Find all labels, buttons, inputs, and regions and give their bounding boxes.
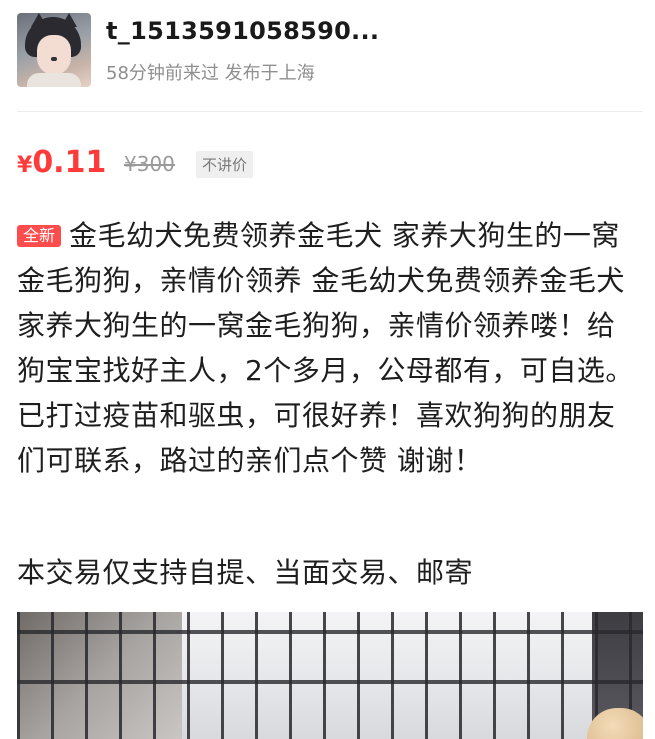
header-divider <box>17 111 643 112</box>
price-row: ¥0.11 ¥300 不讲价 <box>17 145 643 185</box>
condition-badge-new: 全新 <box>17 225 62 247</box>
avatar-shirt <box>27 73 81 87</box>
cage-crossbar <box>17 630 643 634</box>
cage-crossbar <box>17 680 643 684</box>
original-price: ¥300 <box>124 152 175 176</box>
description-text: 金毛幼犬免费领养金毛犬 家养大狗生的一窝金毛狗狗，亲情价领养 金毛幼犬免费领养金… <box>17 219 634 477</box>
avatar-face <box>37 35 71 75</box>
seller-activity-location: 58分钟前来过 发布于上海 <box>106 63 315 84</box>
trade-methods: 本交易仅支持自提、当面交易、邮寄 <box>17 556 474 589</box>
seller-header: t_1513591058590... 58分钟前来过 发布于上海 <box>0 0 655 112</box>
avatar-cat-nose <box>51 57 57 61</box>
currency-symbol: ¥ <box>17 153 33 178</box>
seller-username[interactable]: t_1513591058590... <box>106 17 379 45</box>
listing-photo[interactable] <box>17 612 643 739</box>
price-value: 0.11 <box>32 145 107 180</box>
current-price: ¥0.11 <box>17 145 106 180</box>
seller-avatar[interactable] <box>17 13 91 87</box>
listing-description: 全新 金毛幼犬免费领养金毛犬 家养大狗生的一窝金毛狗狗，亲情价领养 金毛幼犬免费领… <box>17 213 637 483</box>
avatar-cat-ear-right <box>61 13 77 27</box>
avatar-cat-ear-left <box>31 13 47 27</box>
no-bargain-tag: 不讲价 <box>196 151 254 178</box>
